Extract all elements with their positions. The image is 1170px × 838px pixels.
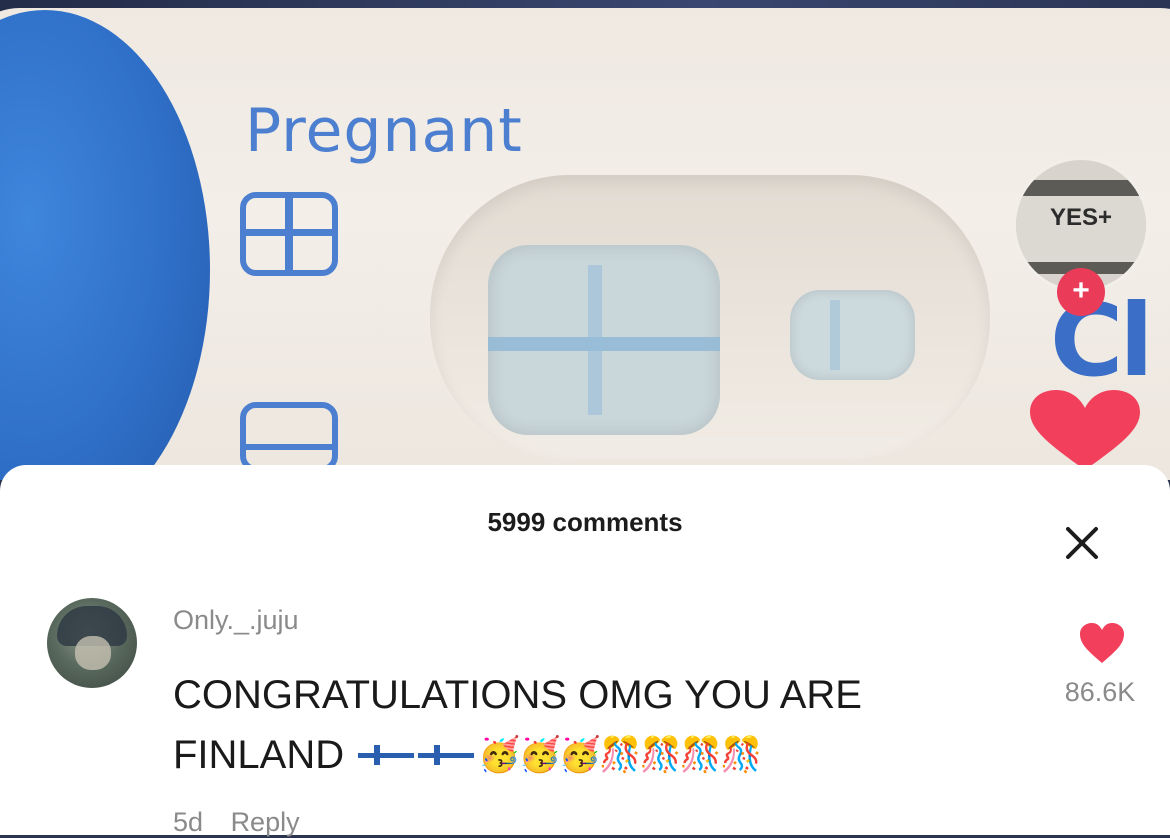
avatar[interactable]: [47, 598, 137, 688]
heart-icon[interactable]: [1030, 390, 1140, 470]
test-label: Pregnant: [245, 96, 523, 166]
video-player[interactable]: Pregnant Cl YES+ +: [0, 0, 1170, 480]
result-window: [488, 245, 720, 435]
comment-meta: 5d Reply: [173, 807, 320, 838]
comment-time: 5d: [173, 807, 204, 837]
finland-flag-icon: [418, 745, 475, 765]
comment-text-line1: CONGRATULATIONS OMG YOU ARE: [173, 673, 862, 717]
comments-count: 5999 comments: [487, 507, 683, 537]
minus-symbol-icon: [240, 402, 338, 472]
comment-text-line2: FINLAND: [173, 733, 345, 777]
comment-text: CONGRATULATIONS OMG YOU ARE FINLAND 🥳🥳🥳🎊…: [173, 665, 993, 785]
profile-badge-text: YES+: [1049, 204, 1113, 231]
comment-like-count: 86.6K: [1064, 677, 1136, 707]
plus-symbol-icon: [240, 192, 338, 276]
party-emojis: 🥳🥳🥳🎊🎊🎊🎊: [478, 736, 762, 774]
follow-plus-icon[interactable]: +: [1057, 268, 1105, 316]
comments-sheet: 5999 comments Only._.juju CONGRATULATION…: [0, 465, 1170, 838]
control-window: [790, 290, 915, 380]
finland-flag-icon: [358, 745, 415, 765]
heart-icon[interactable]: [1080, 623, 1124, 663]
reply-button[interactable]: Reply: [231, 807, 300, 837]
comment-username[interactable]: Only._.juju: [173, 605, 299, 636]
comment-emojis: 🥳🥳🥳🎊🎊🎊🎊: [358, 725, 762, 785]
close-icon[interactable]: [1062, 523, 1102, 563]
